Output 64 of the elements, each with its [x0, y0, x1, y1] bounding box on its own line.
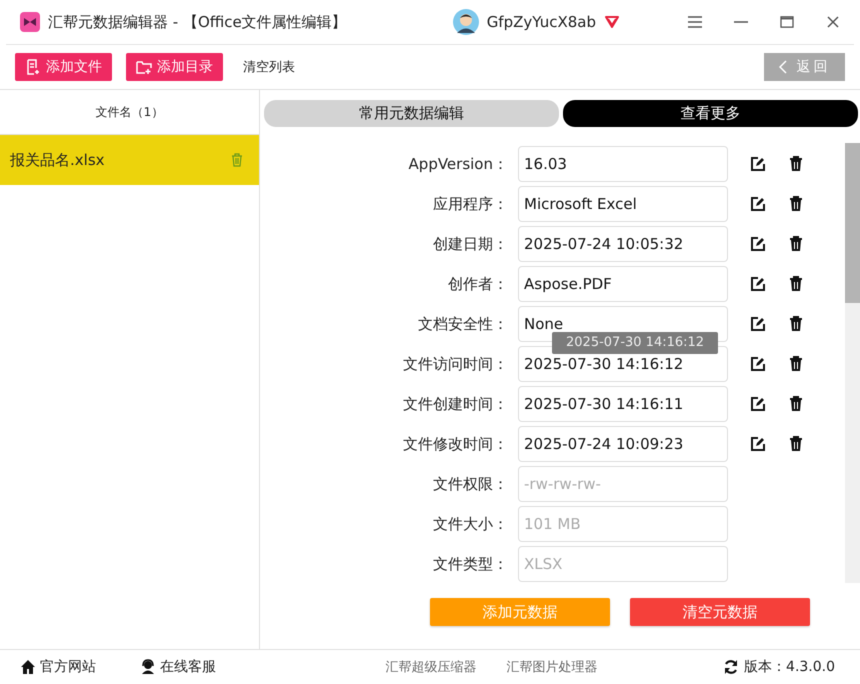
folder-add-icon: [136, 59, 152, 75]
field-label: 文档安全性：: [417, 314, 509, 334]
scrollbar[interactable]: [845, 143, 860, 583]
delete-icon[interactable]: [788, 236, 804, 252]
field-label: 文件访问时间：: [402, 354, 509, 374]
clear-list-button[interactable]: 清空列表: [237, 57, 301, 77]
delete-icon[interactable]: [788, 396, 804, 412]
field-input[interactable]: Aspose.PDF: [518, 266, 728, 302]
field-input[interactable]: 2025-07-24 10:05:32: [518, 226, 728, 262]
delete-icon[interactable]: [788, 196, 804, 212]
footer-link[interactable]: 官方网站: [20, 658, 96, 676]
field-label: AppVersion：: [408, 154, 509, 174]
headset-icon: [140, 659, 156, 675]
user-name[interactable]: GfpZyYucX8ab: [486, 13, 596, 31]
window-title: 汇帮元数据编辑器 - 【Office文件属性编辑】: [48, 12, 347, 32]
edit-icon[interactable]: [750, 436, 766, 452]
field-label: 文件类型：: [432, 554, 509, 574]
file-name: 报关品名.xlsx: [10, 150, 105, 170]
edit-icon[interactable]: [750, 356, 766, 372]
tooltip: 2025-07-30 14:16:12: [552, 332, 718, 354]
maximize-icon[interactable]: [780, 16, 794, 28]
field-label: 创作者：: [447, 274, 509, 294]
menu-icon[interactable]: [688, 16, 702, 28]
chevron-left-icon: [778, 60, 786, 74]
avatar-icon: [452, 9, 479, 35]
tab[interactable]: 查看更多: [563, 100, 858, 127]
edit-icon[interactable]: [750, 276, 766, 292]
footer-link[interactable]: 在线客服: [140, 658, 216, 676]
field-label: 文件创建时间：: [402, 394, 509, 414]
field-input[interactable]: Microsoft Excel: [518, 186, 728, 222]
delete-icon[interactable]: [788, 316, 804, 332]
delete-icon[interactable]: [788, 356, 804, 372]
clear-metadata-button[interactable]: 清空元数据: [630, 598, 810, 626]
app-link[interactable]: 汇帮超级压缩器: [386, 658, 477, 676]
delete-icon[interactable]: [788, 436, 804, 452]
app-link[interactable]: 汇帮图片处理器: [506, 658, 598, 676]
tab[interactable]: 常用元数据编辑: [264, 100, 559, 127]
delete-icon[interactable]: [788, 276, 804, 292]
edit-icon[interactable]: [750, 196, 766, 212]
edit-icon[interactable]: [750, 156, 766, 172]
edit-icon[interactable]: [750, 396, 766, 412]
footer-link-text: 官方网站: [40, 658, 96, 676]
close-icon[interactable]: [826, 16, 840, 28]
field-input[interactable]: 2025-07-24 10:09:23: [518, 426, 728, 462]
file-add-icon: [25, 59, 41, 75]
home-icon: [20, 659, 36, 675]
field-label: 文件权限：: [432, 474, 509, 494]
add-folder-button[interactable]: 添加目录: [126, 53, 223, 81]
field-input[interactable]: 16.03: [518, 146, 728, 182]
field-label: 应用程序：: [432, 194, 509, 214]
add-file-button[interactable]: 添加文件: [15, 53, 112, 81]
file-item[interactable]: 报关品名.xlsx: [0, 135, 259, 185]
edit-icon[interactable]: [750, 236, 766, 252]
scrollbar-thumb[interactable]: [845, 143, 860, 303]
refresh-icon[interactable]: [723, 659, 740, 675]
field-input[interactable]: 2025-07-30 14:16:11: [518, 386, 728, 422]
field-label: 文件修改时间：: [402, 434, 509, 454]
edit-icon[interactable]: [750, 316, 766, 332]
field-label: 文件大小：: [432, 514, 509, 534]
app-logo-icon: [20, 12, 40, 32]
delete-icon[interactable]: [788, 156, 804, 172]
version-text: 版本：4.3.0.0: [744, 658, 836, 676]
footer-link-text: 在线客服: [160, 658, 216, 676]
field-label: 创建日期：: [432, 234, 509, 254]
